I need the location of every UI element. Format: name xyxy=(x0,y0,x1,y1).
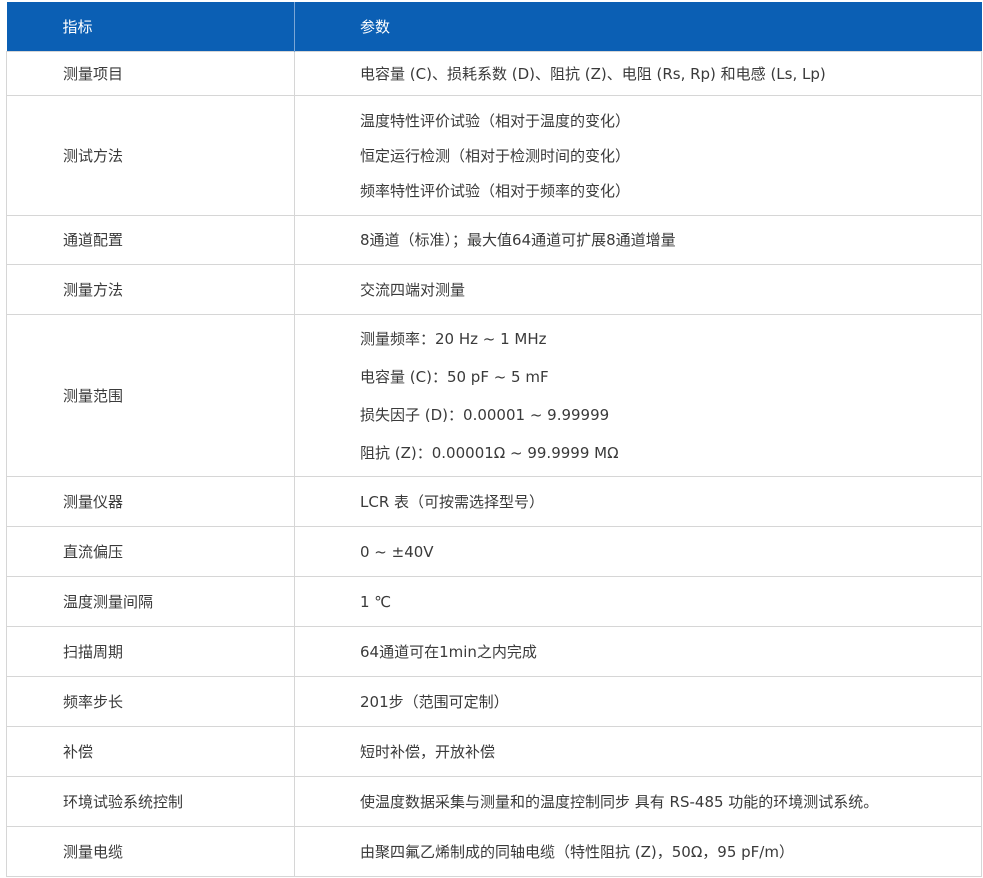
row-label: 测量范围 xyxy=(6,314,295,477)
row-value: 64通道可在1min之内完成 xyxy=(294,626,982,677)
value-line: 测量频率：20 Hz ~ 1 MHz xyxy=(360,329,547,348)
value-line: 恒定运行检测（相对于检测时间的变化） xyxy=(360,146,631,165)
header-indicator: 指标 xyxy=(6,2,295,52)
row-value: 0 ~ ±40V xyxy=(294,526,982,577)
row-label: 扫描周期 xyxy=(6,626,295,677)
row-label: 直流偏压 xyxy=(6,526,295,577)
table-row: 测量范围 测量频率：20 Hz ~ 1 MHz 电容量 (C)：50 pF ~ … xyxy=(6,314,982,477)
table-row: 通道配置 8通道（标准）；最大值64通道可扩展8通道增量 xyxy=(6,215,982,265)
table-row: 测量项目 电容量 (C)、损耗系数 (D)、阻抗 (Z)、电阻 (Rs, Rp)… xyxy=(6,51,982,96)
row-value: 1 ℃ xyxy=(294,576,982,627)
table-body: 测量项目 电容量 (C)、损耗系数 (D)、阻抗 (Z)、电阻 (Rs, Rp)… xyxy=(6,51,982,877)
value-line: 电容量 (C)：50 pF ~ 5 mF xyxy=(360,367,549,386)
table-row: 频率步长 201步（范围可定制） xyxy=(6,676,982,727)
row-label: 测试方法 xyxy=(6,95,295,216)
table-row: 测量电缆 由聚四氟乙烯制成的同轴电缆（特性阻抗 (Z)，50Ω，95 pF/m） xyxy=(6,826,982,877)
row-value: 由聚四氟乙烯制成的同轴电缆（特性阻抗 (Z)，50Ω，95 pF/m） xyxy=(294,826,982,877)
table-row: 直流偏压 0 ~ ±40V xyxy=(6,526,982,577)
value-line: 温度特性评价试验（相对于温度的变化） xyxy=(360,111,631,130)
table-row: 补偿 短时补偿，开放补偿 xyxy=(6,726,982,777)
header-row: 指标 参数 xyxy=(6,2,982,52)
row-value: 8通道（标准）；最大值64通道可扩展8通道增量 xyxy=(294,215,982,265)
row-value: 201步（范围可定制） xyxy=(294,676,982,727)
row-label: 温度测量间隔 xyxy=(6,576,295,627)
row-label: 频率步长 xyxy=(6,676,295,727)
table-row: 扫描周期 64通道可在1min之内完成 xyxy=(6,626,982,677)
row-label: 环境试验系统控制 xyxy=(6,776,295,827)
row-value: 温度特性评价试验（相对于温度的变化） 恒定运行检测（相对于检测时间的变化） 频率… xyxy=(294,95,982,216)
value-line: 阻抗 (Z)：0.00001Ω ~ 99.9999 MΩ xyxy=(360,443,619,462)
row-label: 测量方法 xyxy=(6,264,295,315)
value-line: 频率特性评价试验（相对于频率的变化） xyxy=(360,181,631,200)
row-label: 测量仪器 xyxy=(6,476,295,527)
row-value: 交流四端对测量 xyxy=(294,264,982,315)
header-parameter: 参数 xyxy=(294,2,982,52)
table-row: 测量仪器 LCR 表（可按需选择型号） xyxy=(6,476,982,527)
row-value: 短时补偿，开放补偿 xyxy=(294,726,982,777)
row-value: LCR 表（可按需选择型号） xyxy=(294,476,982,527)
row-value: 测量频率：20 Hz ~ 1 MHz 电容量 (C)：50 pF ~ 5 mF … xyxy=(294,314,982,477)
row-label: 测量项目 xyxy=(6,51,295,96)
row-value: 电容量 (C)、损耗系数 (D)、阻抗 (Z)、电阻 (Rs, Rp) 和电感 … xyxy=(294,51,982,96)
row-value: 使温度数据采集与测量和的温度控制同步 具有 RS-485 功能的环境测试系统。 xyxy=(294,776,982,827)
table-row: 温度测量间隔 1 ℃ xyxy=(6,576,982,627)
table-header: 指标 参数 xyxy=(6,2,982,52)
value-line: 损失因子 (D)：0.00001 ~ 9.99999 xyxy=(360,405,610,424)
table-row: 环境试验系统控制 使温度数据采集与测量和的温度控制同步 具有 RS-485 功能… xyxy=(6,776,982,827)
table-row: 测量方法 交流四端对测量 xyxy=(6,264,982,315)
table-row: 测试方法 温度特性评价试验（相对于温度的变化） 恒定运行检测（相对于检测时间的变… xyxy=(6,95,982,216)
spec-table: 指标 参数 测量项目 电容量 (C)、损耗系数 (D)、阻抗 (Z)、电阻 (R… xyxy=(6,2,982,877)
row-label: 通道配置 xyxy=(6,215,295,265)
row-label: 测量电缆 xyxy=(6,826,295,877)
row-label: 补偿 xyxy=(6,726,295,777)
